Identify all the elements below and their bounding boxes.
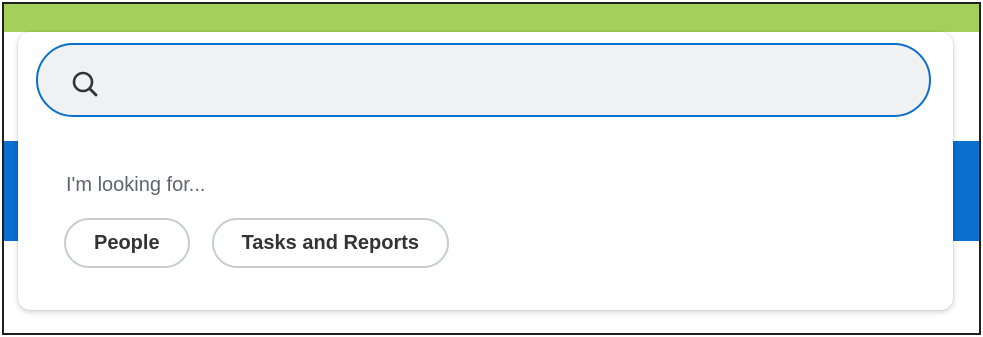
search-icon — [70, 69, 100, 99]
looking-for-label: I'm looking for... — [66, 174, 206, 196]
window-frame: I'm looking for... People Tasks and Repo… — [2, 2, 981, 335]
search-input[interactable] — [118, 61, 899, 103]
tasks-and-reports-chip[interactable]: Tasks and Reports — [211, 218, 450, 268]
category-chips: People Tasks and Reports — [64, 218, 450, 268]
search-field[interactable] — [36, 43, 931, 117]
people-chip[interactable]: People — [64, 218, 190, 268]
top-banner — [4, 4, 979, 32]
search-dropdown-panel: I'm looking for... People Tasks and Repo… — [18, 32, 953, 310]
